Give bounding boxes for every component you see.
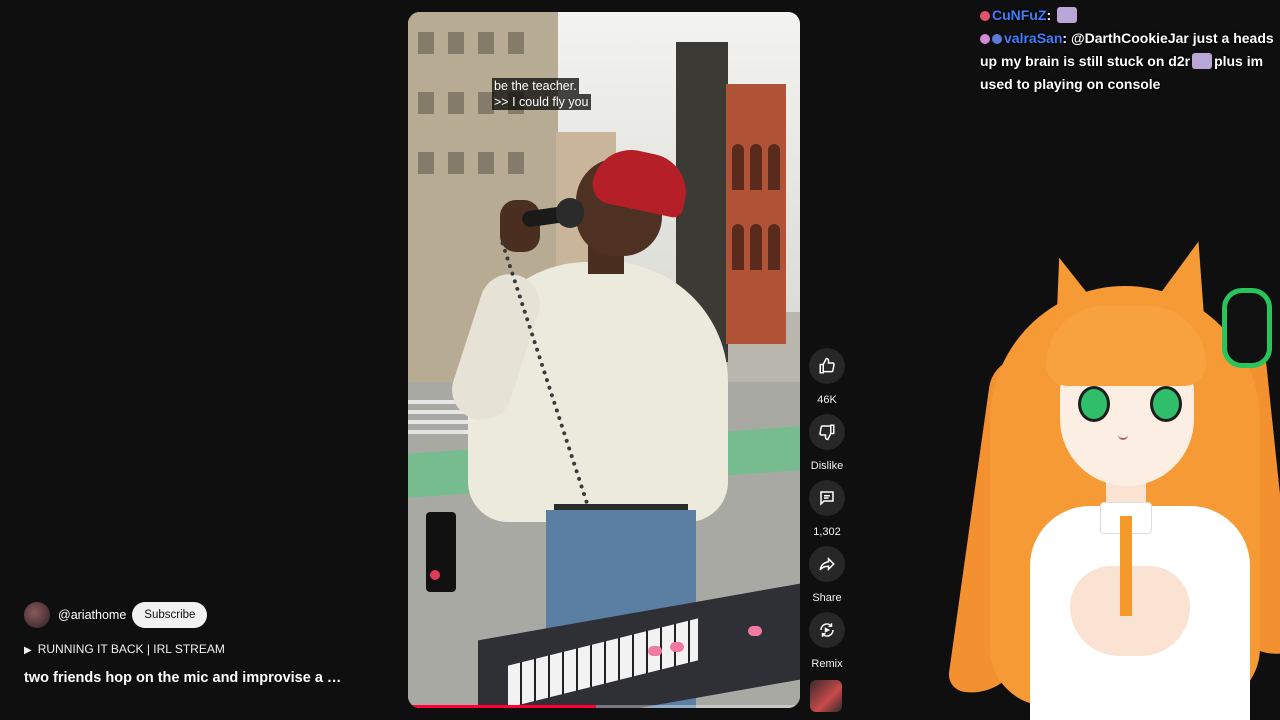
play-icon: ▶ [24,645,32,656]
channel-handle[interactable]: @ariathome [58,608,126,622]
caption-line-1: be the teacher. [492,78,579,94]
comment-count: 1,302 [813,526,841,538]
dislike-label: Dislike [810,460,844,472]
chat-username: valraSan [1004,30,1063,46]
eye-left [1078,386,1110,422]
share-icon [819,556,835,572]
dislike-action[interactable]: Dislike [806,414,848,472]
thumb-up-icon [819,357,835,374]
chat-message: valraSan: @DarthCookieJar just a heads u… [980,30,1274,92]
emote-icon [1057,7,1077,23]
stream-chat-overlay: CuNFuZ: valraSan: @DarthCookieJar just a… [980,4,1276,96]
sub-badge-icon [980,34,990,44]
remix-action[interactable]: Remix [806,612,848,670]
vtuber-avatar [946,233,1280,720]
thumb-down-icon [819,424,835,441]
short-title[interactable]: two friends hop on the mic and improvise… [24,670,341,686]
remix-icon [820,623,834,637]
share-label: Share [812,592,842,604]
bits-badge-icon [992,34,1002,44]
video-progress-bar[interactable] [408,705,800,708]
shorts-video-player[interactable]: be the teacher. >> I could fly you [408,12,800,708]
share-action[interactable]: Share [806,546,848,604]
channel-avatar[interactable] [24,602,50,628]
closed-captions: be the teacher. >> I could fly you [492,78,591,110]
remix-label: Remix [811,658,843,670]
like-count: 46K [817,394,837,406]
share-button[interactable] [809,546,845,582]
video-progress-fill [408,705,597,708]
chat-username: CuNFuZ [992,7,1047,23]
subscribe-button[interactable]: Subscribe [132,602,208,628]
channel-row: @ariathome Subscribe [24,602,208,628]
headphone-icon [1222,288,1272,368]
stream-link[interactable]: ▶ RUNNING IT BACK | IRL STREAM [24,642,225,656]
chat-message: CuNFuZ: [980,4,1276,27]
dislike-button[interactable] [809,414,845,450]
eye-right [1150,386,1182,422]
video-frame [408,12,800,708]
building-red [726,84,786,344]
like-button[interactable] [809,348,845,384]
remix-button[interactable] [809,612,845,648]
heart-badge-icon [980,11,990,21]
caption-line-2: >> I could fly you [492,94,591,110]
like-action[interactable]: 46K [806,348,848,406]
comment-icon [820,491,834,506]
comments-action[interactable]: 1,302 [806,480,848,538]
sound-thumbnail[interactable] [810,680,842,712]
stream-title: RUNNING IT BACK | IRL STREAM [37,642,225,656]
emote-icon [1192,53,1213,69]
comments-button[interactable] [809,480,845,516]
